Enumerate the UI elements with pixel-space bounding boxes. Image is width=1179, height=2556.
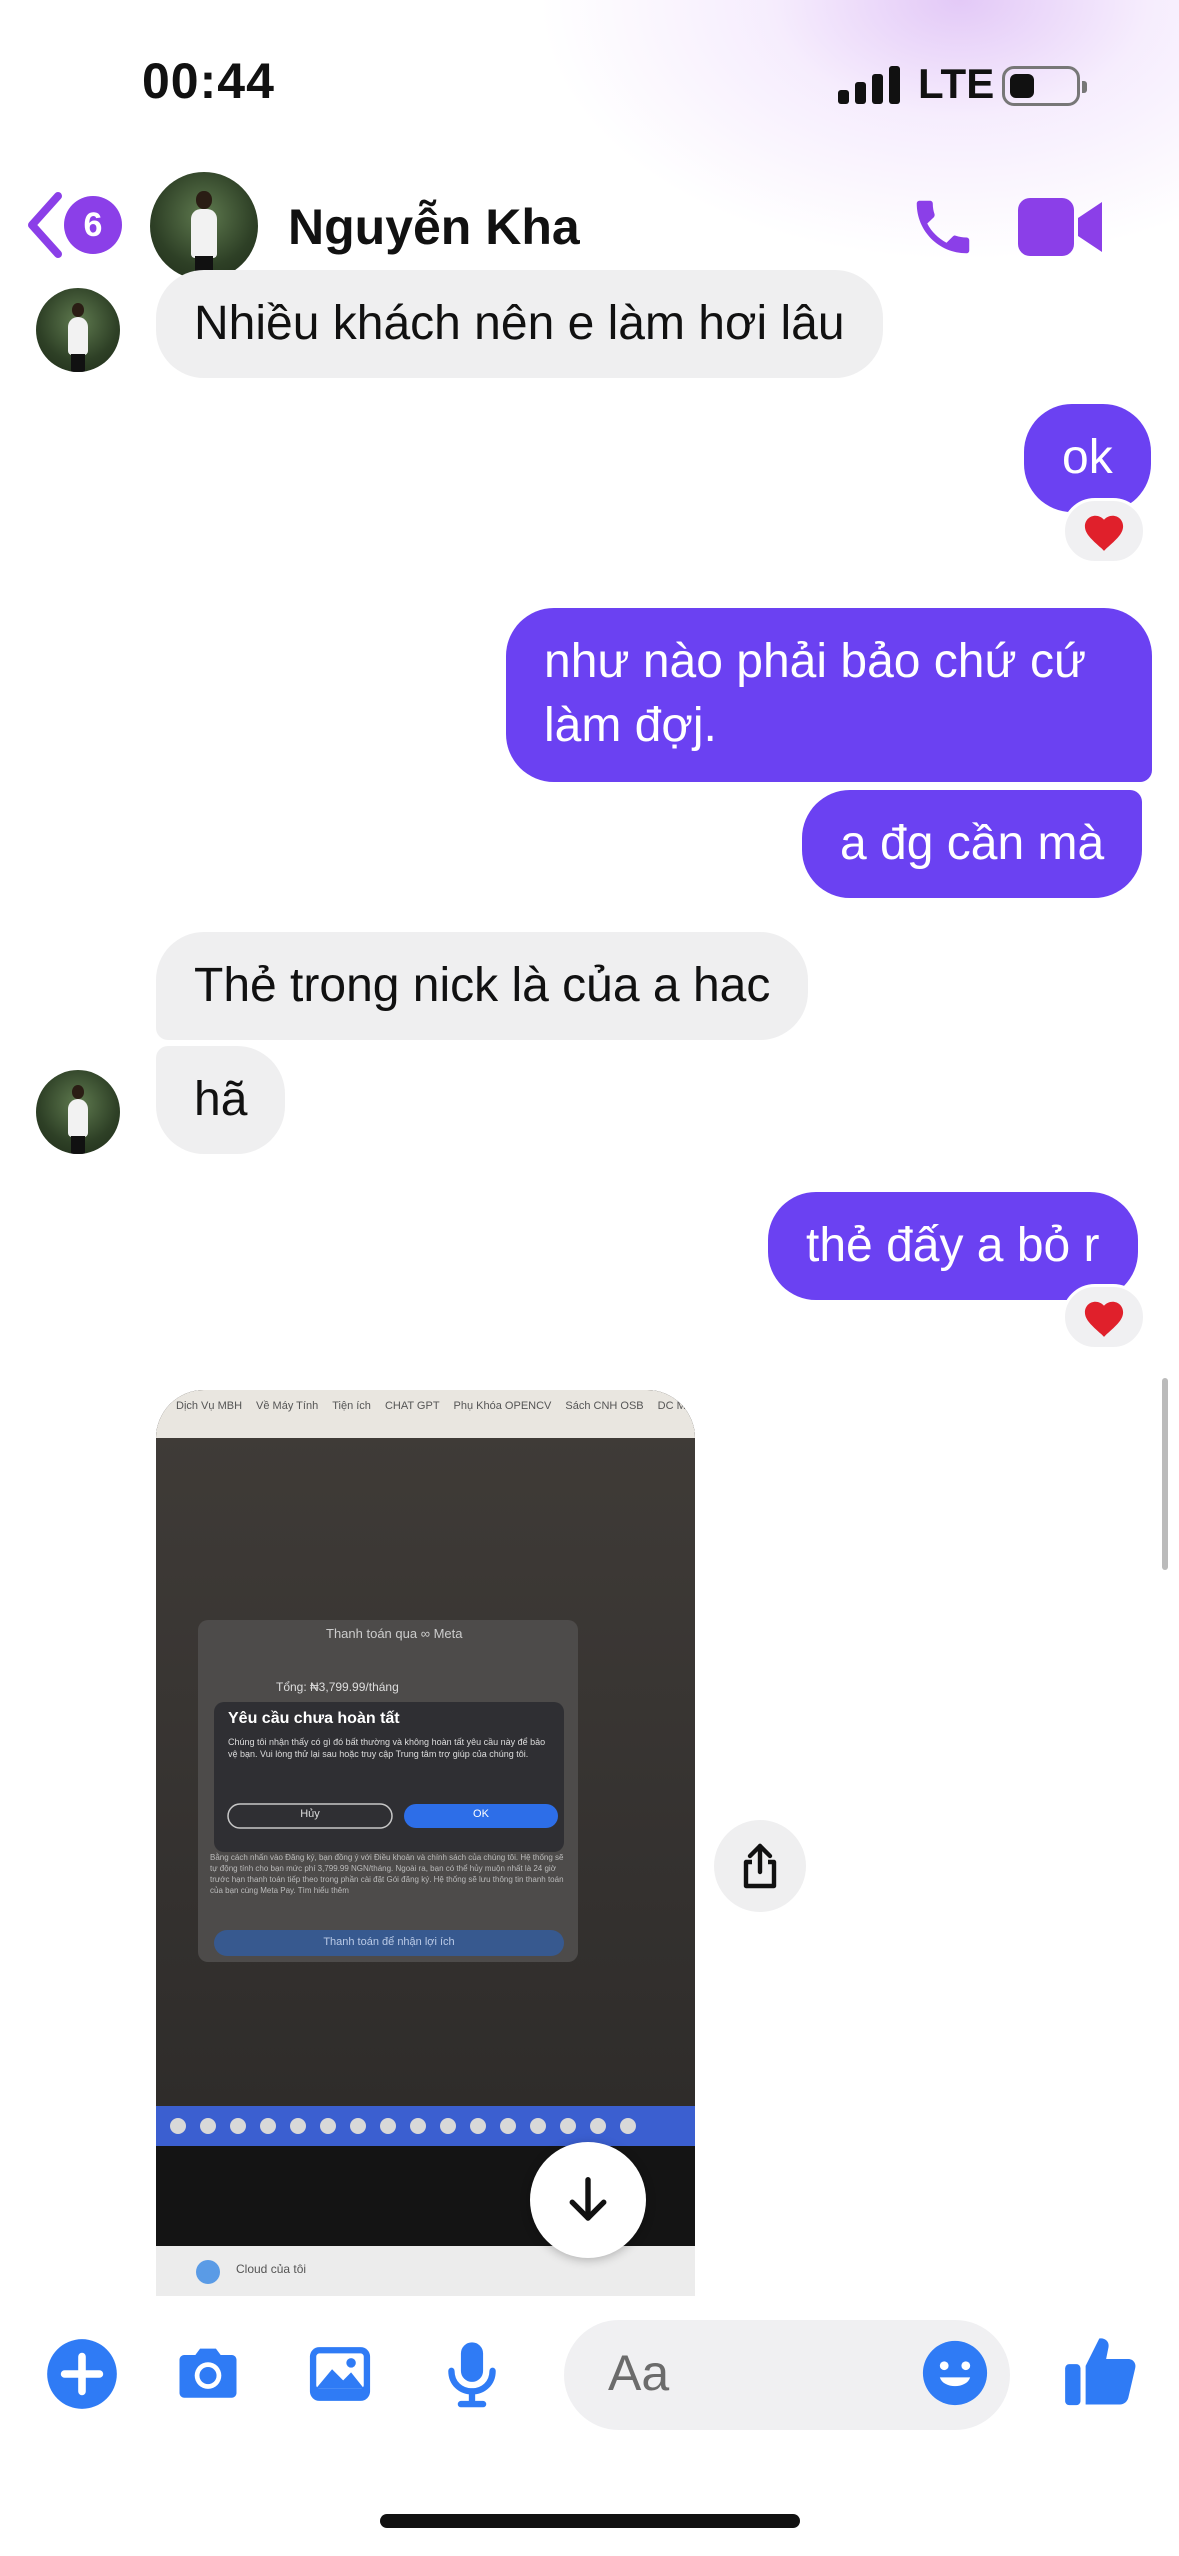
photo-terms-text: Bằng cách nhấn vào Đăng ký, bạn đồng ý v… <box>210 1853 564 1895</box>
thumbs-up-icon[interactable] <box>1060 2330 1142 2412</box>
photo-ok-label: OK <box>473 1808 489 1820</box>
home-indicator[interactable] <box>380 2514 800 2528</box>
back-chevron-icon[interactable] <box>24 190 64 260</box>
phone-call-icon[interactable] <box>908 192 978 262</box>
message-bubble-outgoing[interactable]: a đg cần mà <box>802 790 1143 898</box>
message-line: làm đợj. <box>544 699 717 752</box>
photo-alert-title: Yêu cầu chưa hoàn tất <box>228 1710 400 1727</box>
network-label: LTE <box>918 60 995 107</box>
gallery-icon[interactable] <box>302 2336 378 2412</box>
emoji-icon[interactable] <box>920 2338 990 2408</box>
message-input-placeholder: Aa <box>608 2345 670 2401</box>
microphone-icon[interactable] <box>434 2336 510 2412</box>
camera-icon[interactable] <box>170 2336 246 2412</box>
scrollbar[interactable] <box>1162 1378 1168 1570</box>
heart-reaction-icon[interactable] <box>1062 498 1146 564</box>
status-time: 00:44 <box>142 53 275 109</box>
sender-avatar[interactable] <box>36 1070 120 1154</box>
plus-icon[interactable] <box>44 2336 120 2412</box>
photo-alert-body: Chúng tôi nhận thấy có gì đó bất thường … <box>228 1737 546 1759</box>
share-button[interactable] <box>714 1820 806 1912</box>
message-bubble-outgoing[interactable]: thẻ đấy a bỏ r <box>768 1192 1138 1300</box>
photo-total: Tổng: ₦3,799.99/tháng <box>276 1680 399 1694</box>
sender-avatar[interactable] <box>36 288 120 372</box>
photo-cancel-label: Hủy <box>300 1808 320 1820</box>
unread-count-badge[interactable]: 6 <box>64 196 122 254</box>
photo-cloud-label: Cloud của tôi <box>236 2262 307 2276</box>
message-line: như nào phải bảo chứ cứ <box>544 635 1087 688</box>
message-bubble-outgoing[interactable]: ok <box>1024 404 1151 512</box>
photo-pay-button: Thanh toán để nhận lợi ích <box>323 1936 455 1948</box>
contact-name[interactable]: Nguyễn Kha <box>288 198 580 256</box>
photo-dialog-title: Thanh toán qua ∞ Meta <box>326 1626 463 1641</box>
browser-bookmarks: Dịch Vụ MBH Về Máy Tính Tiện ích CHAT GPT P… <box>176 1400 686 1412</box>
video-call-icon[interactable] <box>1018 196 1102 258</box>
message-bubble-incoming[interactable]: Nhiều khách nên e làm hơi lâu <box>156 270 883 378</box>
contact-avatar[interactable] <box>150 172 258 280</box>
message-bubble-incoming[interactable]: Thẻ trong nick là của a hac <box>156 932 809 1040</box>
message-bubble-outgoing[interactable]: như nào phải bảo chứ cứ làm đợj. <box>506 608 1152 782</box>
message-bubble-incoming[interactable]: hã <box>156 1046 286 1154</box>
signal-icon <box>838 66 900 104</box>
heart-reaction-icon[interactable] <box>1062 1284 1146 1350</box>
battery-icon <box>1002 66 1087 106</box>
share-icon <box>743 1843 777 1889</box>
scroll-to-bottom-button[interactable] <box>530 2142 646 2258</box>
arrow-down-icon <box>569 2177 607 2221</box>
